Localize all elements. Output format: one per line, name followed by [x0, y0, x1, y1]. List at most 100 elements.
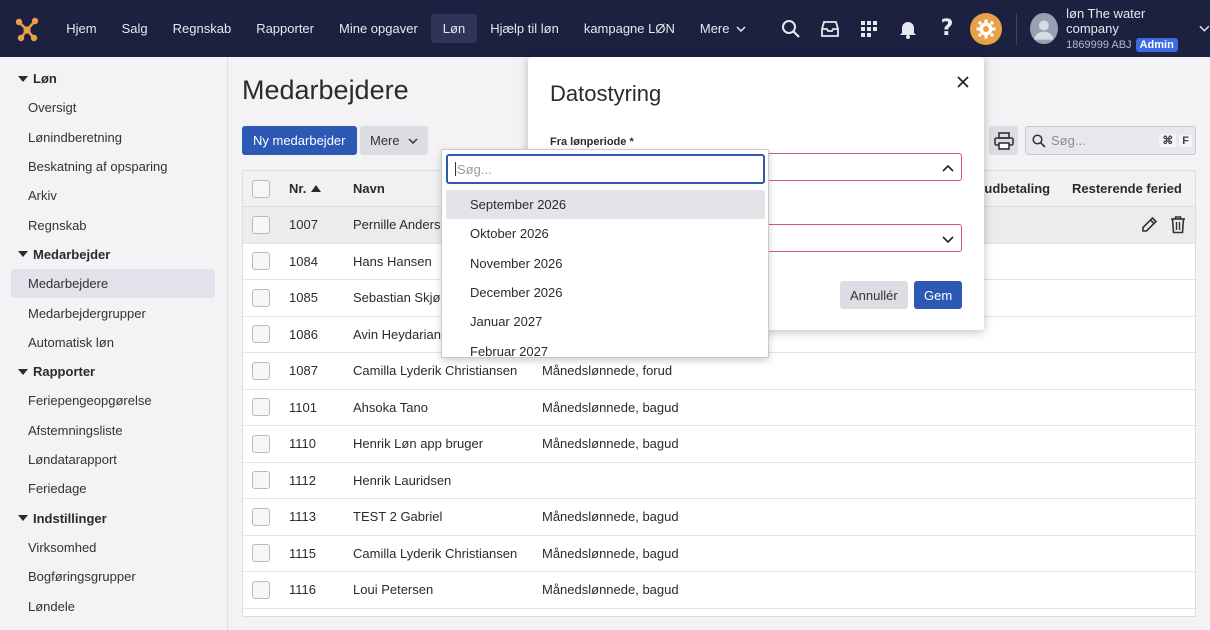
dropdown-options: September 2026 Oktober 2026 November 202…: [446, 190, 765, 357]
table-row[interactable]: 1116 Loui Petersen Månedslønnede, bagud: [243, 572, 1195, 609]
cell-nr: 1087: [289, 363, 318, 379]
row-checkbox[interactable]: [252, 544, 270, 563]
nav-item-kampagne-lon[interactable]: kampagne LØN: [572, 14, 687, 43]
row-checkbox[interactable]: [252, 507, 270, 526]
chevron-down-icon: [735, 25, 746, 32]
nav-item-hjaelp-til-lon[interactable]: Hjælp til løn: [478, 14, 571, 43]
cancel-button[interactable]: Annullér: [840, 281, 908, 309]
sidebar-item-feriepengeopgorelse[interactable]: Feriepengeopgørelse: [11, 386, 215, 415]
sidebar-item-afstemningsliste[interactable]: Afstemningsliste: [11, 416, 215, 445]
sidebar-section-medarbejder[interactable]: Medarbejder: [0, 240, 227, 269]
text-caret: [455, 162, 456, 176]
nav-more-button[interactable]: Mere: [688, 14, 758, 43]
sidebar-item-beskatning[interactable]: Beskatning af opsparing: [11, 152, 215, 181]
dropdown-option[interactable]: Januar 2027: [446, 307, 765, 336]
sidebar-item-regnskab[interactable]: Regnskab: [11, 211, 215, 240]
sidebar-section-indstillinger[interactable]: Indstillinger: [0, 504, 227, 533]
settings-gear-icon[interactable]: [969, 12, 1002, 45]
main-nav: Hjem Salg Regnskab Rapporter Mine opgave…: [54, 0, 758, 57]
cell-gruppe: Månedslønnede, bagud: [542, 582, 679, 598]
more-actions-button[interactable]: Mere: [360, 126, 428, 155]
chevron-down-icon[interactable]: [1199, 25, 1210, 32]
inbox-icon[interactable]: [811, 9, 850, 49]
chevron-up-icon: [942, 164, 954, 172]
sidebar-item-medarbejdergrupper[interactable]: Medarbejdergrupper: [11, 298, 215, 327]
cell-navn: Loui Petersen: [353, 582, 434, 598]
help-icon[interactable]: ?: [928, 9, 967, 49]
row-checkbox[interactable]: [252, 361, 270, 380]
dropdown-option[interactable]: September 2026: [446, 190, 765, 220]
cell-nr: 1007: [289, 217, 318, 233]
column-header-resterende-feriedage[interactable]: Resterende feried: [1072, 181, 1195, 196]
sidebar-item-lonindberetning[interactable]: Lønindberetning: [11, 122, 215, 151]
cell-gruppe: Månedslønnede, bagud: [542, 545, 679, 561]
row-checkbox[interactable]: [252, 434, 270, 453]
sidebar-section-lon[interactable]: Løn: [0, 64, 227, 93]
sidebar-item-oversigt[interactable]: Oversigt: [11, 93, 215, 122]
row-checkbox[interactable]: [252, 471, 270, 490]
sidebar-item-londatarapport[interactable]: Løndatarapport: [11, 445, 215, 474]
shortcut-f-key: F: [1179, 134, 1192, 147]
page-title: Medarbejdere: [242, 75, 409, 105]
table-row[interactable]: 1115 Camilla Lyderik Christiansen Måneds…: [243, 535, 1195, 572]
user-menu[interactable]: løn The water company 1869999 ABJ Admin: [1030, 6, 1210, 52]
cell-navn: Henrik Lauridsen: [353, 472, 452, 488]
cell-gruppe: Månedslønnede, bagud: [542, 399, 679, 415]
employee-search-input[interactable]: Søg... ⌘ F: [1025, 126, 1196, 155]
sidebar-section-rapporter[interactable]: Rapporter: [0, 357, 227, 386]
new-employee-button[interactable]: Ny medarbejder: [242, 126, 357, 155]
nav-item-salg[interactable]: Salg: [110, 14, 160, 43]
dropdown-option[interactable]: Februar 2027: [446, 336, 765, 357]
dropdown-option[interactable]: December 2026: [446, 278, 765, 307]
user-name: løn The water company: [1066, 5, 1146, 36]
user-company-id: 1869999 ABJ: [1066, 38, 1132, 51]
nav-item-lon[interactable]: Løn: [430, 14, 478, 43]
sidebar-item-bogforingsgrupper[interactable]: Bogføringsgrupper: [11, 562, 215, 591]
row-checkbox[interactable]: [252, 288, 270, 307]
nav-item-hjem[interactable]: Hjem: [54, 14, 108, 43]
nav-item-regnskab[interactable]: Regnskab: [161, 14, 244, 43]
dropdown-option[interactable]: November 2026: [446, 249, 765, 278]
cell-nr: 1112: [289, 472, 316, 488]
avatar: [1030, 13, 1059, 44]
cell-nr: 1086: [289, 326, 318, 342]
select-all-checkbox[interactable]: [252, 179, 270, 198]
nav-item-mine-opgaver[interactable]: Mine opgaver: [327, 14, 430, 43]
sidebar-item-automatisk-lon[interactable]: Automatisk løn: [11, 328, 215, 357]
trash-icon[interactable]: [1169, 215, 1187, 234]
sidebar-item-virksomhed[interactable]: Virksomhed: [11, 533, 215, 562]
cell-gruppe: Månedslønnede, bagud: [542, 509, 679, 525]
caret-down-icon: [18, 75, 28, 82]
close-icon[interactable]: [952, 71, 974, 93]
column-header-nr[interactable]: Nr.: [289, 181, 353, 196]
table-row[interactable]: 1101 Ahsoka Tano Månedslønnede, bagud: [243, 389, 1195, 426]
cell-nr: 1113: [289, 509, 316, 525]
table-row[interactable]: 1087 Camilla Lyderik Christiansen Måneds…: [243, 353, 1195, 390]
row-checkbox[interactable]: [252, 252, 270, 271]
sidebar-item-medarbejdere[interactable]: Medarbejdere: [11, 268, 215, 299]
sort-ascending-icon: [311, 185, 322, 192]
row-checkbox[interactable]: [252, 398, 270, 417]
sidebar-item-arkiv[interactable]: Arkiv: [11, 181, 215, 210]
apps-grid-icon[interactable]: [850, 9, 889, 49]
edit-pencil-icon[interactable]: [1140, 215, 1159, 234]
row-checkbox[interactable]: [252, 215, 270, 234]
cell-navn: Camilla Lyderik Christiansen: [353, 545, 518, 561]
table-row[interactable]: 1110 Henrik Løn app bruger Månedslønnede…: [243, 426, 1195, 463]
dropdown-option[interactable]: Oktober 2026: [446, 219, 765, 248]
table-row[interactable]: 1113 TEST 2 Gabriel Månedslønnede, bagud: [243, 499, 1195, 536]
sidebar-item-londele[interactable]: Løndele: [11, 591, 215, 620]
dropdown-search-input[interactable]: Søg...: [446, 154, 765, 184]
logo-icon[interactable]: [0, 0, 54, 57]
role-badge: Admin: [1135, 37, 1178, 52]
chevron-down-icon: [408, 137, 418, 144]
sidebar-item-feriedage[interactable]: Feriedage: [11, 474, 215, 503]
bell-icon[interactable]: [889, 9, 928, 49]
print-button[interactable]: [989, 126, 1018, 155]
save-button[interactable]: Gem: [914, 281, 963, 309]
row-checkbox[interactable]: [252, 325, 270, 344]
table-row[interactable]: 1112 Henrik Lauridsen: [243, 462, 1195, 499]
search-icon[interactable]: [772, 9, 811, 49]
row-checkbox[interactable]: [252, 580, 270, 599]
nav-item-rapporter[interactable]: Rapporter: [244, 14, 326, 43]
